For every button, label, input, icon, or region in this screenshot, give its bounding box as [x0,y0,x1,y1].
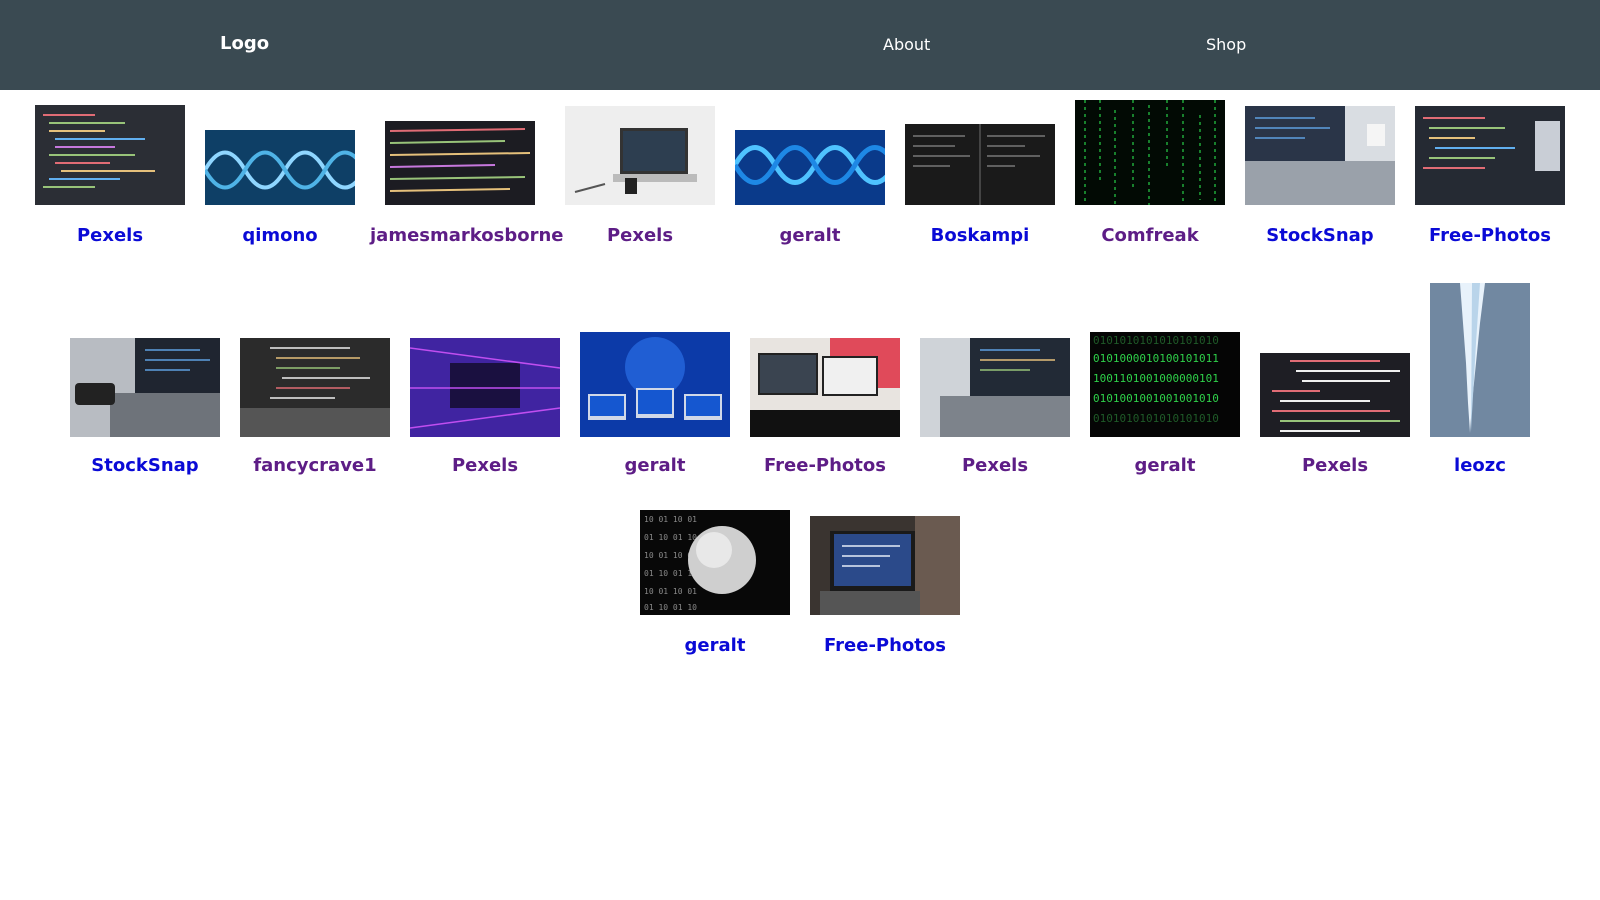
author-link[interactable]: Comfreak [1060,225,1240,246]
svg-text:01 10 01 10: 01 10 01 10 [644,569,697,578]
svg-text:0101010101010101010: 0101010101010101010 [1093,334,1219,347]
svg-text:1001101001000000101: 1001101001000000101 [1093,372,1219,385]
author-link[interactable]: Boskampi [890,225,1070,246]
svg-text:10 01 10 01: 10 01 10 01 [644,587,697,596]
author-link[interactable]: StockSnap [1230,225,1410,246]
thumbnail-image[interactable] [1415,106,1565,205]
thumbnail-image[interactable] [920,338,1070,437]
thumbnail-image[interactable] [750,338,900,437]
author-link[interactable]: geralt [565,455,745,476]
author-link[interactable]: Free-Photos [1400,225,1580,246]
thumbnail-image[interactable] [205,130,355,205]
thumbnail-image[interactable] [35,105,185,205]
author-link[interactable]: Pexels [395,455,575,476]
logo-link[interactable]: Logo [220,33,269,54]
thumbnail-image[interactable] [735,130,885,205]
thumbnail-image[interactable] [810,516,960,615]
thumbnail-image[interactable] [565,106,715,205]
author-link[interactable]: jamesmarkosborne [370,225,564,246]
thumbnail-image[interactable] [580,332,730,437]
thumbnail-image[interactable] [385,121,535,205]
nav-link-shop[interactable]: Shop [1206,35,1246,54]
svg-text:10 01 10 01: 10 01 10 01 [644,515,697,524]
author-link[interactable]: fancycrave1 [225,455,405,476]
thumbnail-image[interactable] [1430,283,1530,437]
author-link[interactable]: geralt [625,635,805,656]
author-link[interactable]: Free-Photos [735,455,915,476]
author-link[interactable]: geralt [720,225,900,246]
author-link[interactable]: qimono [190,225,370,246]
svg-text:0101010101010101010: 0101010101010101010 [1093,412,1219,425]
author-link[interactable]: StockSnap [55,455,235,476]
thumbnail-image[interactable]: 0101000010100101011 1001101001000000101 01… [1090,332,1240,437]
svg-text:01 10 01 10: 01 10 01 10 [644,533,697,542]
svg-text:0101001001001001010: 0101001001001001010 [1093,392,1219,405]
thumbnail-image[interactable] [240,338,390,437]
image-gallery: Pexels qimono jamesmarkosborne Pexels ge… [0,90,1600,900]
top-navbar: Logo About Shop [0,0,1600,90]
author-link[interactable]: Free-Photos [795,635,975,656]
thumbnail-image[interactable]: 10 01 10 01 01 10 01 10 10 01 10 01 01 10 0… [640,510,790,615]
svg-text:0101000010100101011: 0101000010100101011 [1093,352,1219,365]
thumbnail-image[interactable] [1245,106,1395,205]
thumbnail-image[interactable] [410,338,560,437]
author-link[interactable]: leozc [1390,455,1570,476]
thumbnail-image[interactable] [1260,353,1410,437]
thumbnail-image[interactable] [905,124,1055,205]
thumbnail-image[interactable] [70,338,220,437]
nav-link-about[interactable]: About [883,35,930,54]
author-link[interactable]: Pexels [550,225,730,246]
author-link[interactable]: Pexels [20,225,200,246]
svg-text:01 10 01 10: 01 10 01 10 [644,603,697,612]
thumbnail-image[interactable] [1075,100,1225,205]
author-link[interactable]: geralt [1075,455,1255,476]
author-link[interactable]: Pexels [905,455,1085,476]
